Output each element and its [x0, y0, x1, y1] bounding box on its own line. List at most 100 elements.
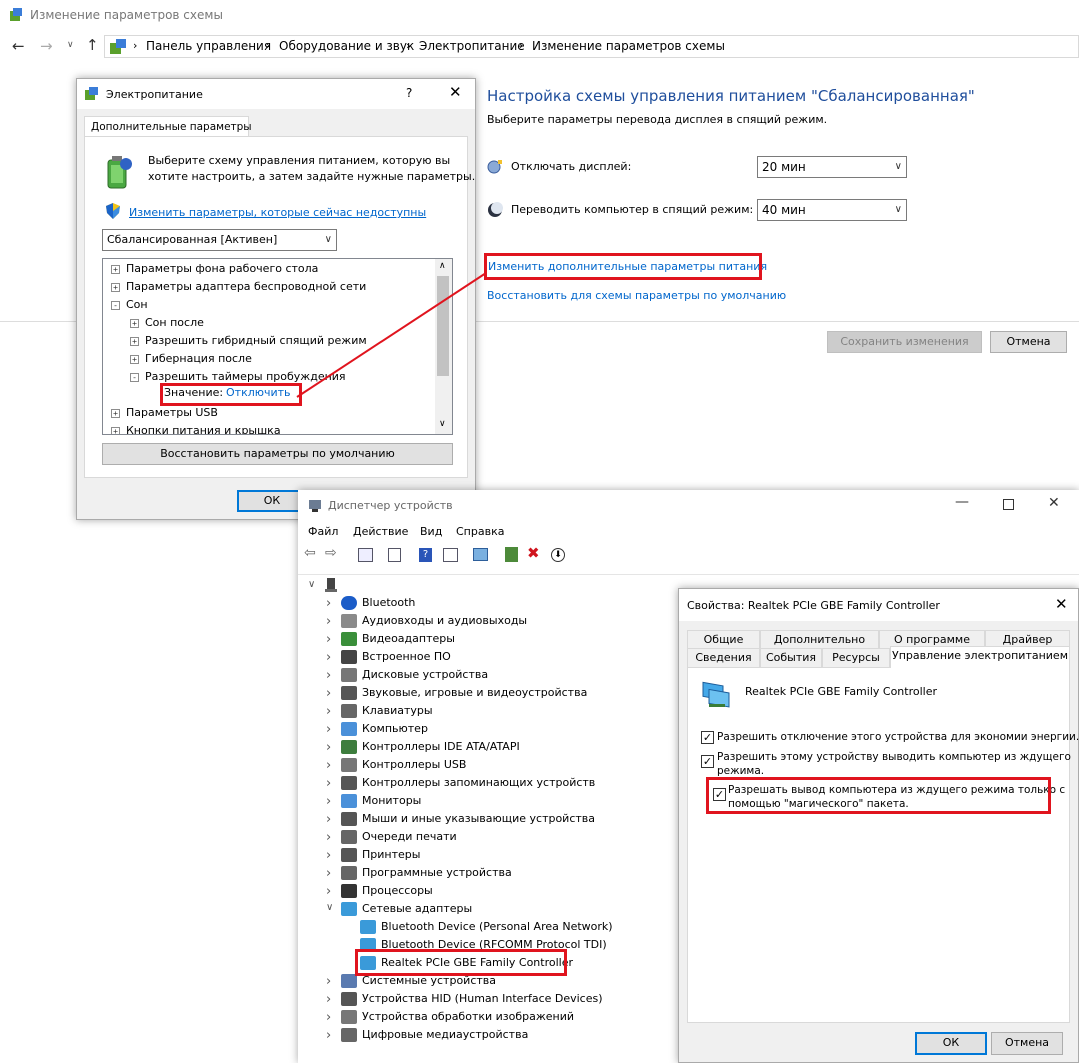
device-category-item[interactable]: Устройства HID (Human Interface Devices) — [362, 990, 603, 1008]
device-category-item[interactable]: Контроллеры запоминающих устройств — [362, 774, 595, 792]
minimize-icon[interactable]: — — [955, 494, 969, 510]
settings-tree[interactable]: + Параметры фона рабочего стола + Параметры… — [102, 258, 453, 435]
tab-advanced[interactable]: Дополнительно — [760, 630, 879, 649]
up-arrow-icon[interactable]: ↑ — [86, 36, 99, 54]
chevron-right-icon[interactable]: › — [326, 614, 331, 629]
device-category-item[interactable]: Дисковые устройства — [362, 666, 488, 684]
scroll-up-icon[interactable]: ∧ — [439, 261, 446, 271]
properties-icon[interactable] — [358, 548, 373, 562]
breadcrumb-item-2[interactable]: Электропитание — [419, 39, 525, 53]
device-category-item[interactable]: Аудиовходы и аудиовыходы — [362, 612, 527, 630]
properties-ok-button[interactable]: ОК — [915, 1032, 987, 1055]
breadcrumb-item-3[interactable]: Изменение параметров схемы — [532, 39, 725, 53]
allow-power-off-checkbox[interactable]: ✓ — [701, 731, 714, 744]
forward-arrow-icon[interactable]: → — [40, 37, 53, 55]
tree-scrollbar[interactable]: ∧ ∨ — [435, 259, 452, 434]
power-scheme-select[interactable]: Сбалансированная [Активен] ∨ — [102, 229, 337, 251]
chevron-right-icon[interactable]: › — [326, 668, 331, 683]
settings-tree-item[interactable]: + Гибернация после — [130, 350, 252, 368]
scroll-down-icon[interactable]: ∨ — [439, 419, 446, 429]
tab-resources[interactable]: Ресурсы — [822, 648, 890, 667]
chevron-right-icon[interactable]: › — [326, 830, 331, 845]
save-changes-button[interactable]: Сохранить изменения — [827, 331, 982, 353]
device-category-item[interactable]: Программные устройства — [362, 864, 512, 882]
chevron-right-icon[interactable]: › — [326, 650, 331, 665]
device-category-item[interactable]: Мониторы — [362, 792, 421, 810]
device-category-item[interactable]: Клавиатуры — [362, 702, 433, 720]
device-category-item[interactable]: Видеоадаптеры — [362, 630, 455, 648]
advanced-settings-tab[interactable]: Дополнительные параметры — [84, 116, 252, 137]
scan-hardware-icon[interactable] — [473, 548, 488, 561]
device-category-item[interactable]: Устройства обработки изображений — [362, 1008, 574, 1026]
change-unavailable-settings-link[interactable]: Изменить параметры, которые сейчас недос… — [129, 206, 426, 219]
chevron-right-icon[interactable]: › — [326, 812, 331, 827]
display-off-select[interactable]: 20 мин ∨ — [757, 156, 907, 178]
chevron-right-icon[interactable]: › — [326, 632, 331, 647]
settings-tree-item[interactable]: + Кнопки питания и крышка — [111, 422, 281, 434]
chevron-right-icon[interactable]: › — [326, 686, 331, 701]
menu-file[interactable]: Файл — [308, 525, 338, 538]
device-category-item[interactable]: Процессоры — [362, 882, 433, 900]
expand-icon[interactable]: + — [111, 426, 120, 434]
chevron-right-icon[interactable]: › — [326, 740, 331, 755]
expand-icon[interactable]: + — [111, 408, 120, 418]
chevron-right-icon[interactable]: › — [326, 848, 331, 863]
collapse-icon[interactable]: - — [111, 300, 120, 310]
restore-defaults-link[interactable]: Восстановить для схемы параметры по умол… — [487, 289, 786, 302]
sleep-select[interactable]: 40 мин ∨ — [757, 199, 907, 221]
device-category-item[interactable]: Bluetooth — [362, 594, 415, 612]
recent-dropdown-icon[interactable]: ∨ — [67, 40, 74, 50]
back-arrow-icon[interactable]: ← — [12, 37, 25, 55]
expand-icon[interactable]: + — [111, 264, 120, 274]
forward-icon[interactable]: ⇨ — [325, 545, 337, 561]
expand-icon[interactable]: + — [130, 336, 139, 346]
device-category-item[interactable]: Контроллеры USB — [362, 756, 466, 774]
chevron-right-icon[interactable]: › — [326, 1010, 331, 1025]
close-icon[interactable]: ✕ — [1048, 495, 1060, 511]
settings-tree-item[interactable]: + Сон после — [130, 314, 204, 332]
cancel-button[interactable]: Отмена — [990, 331, 1067, 353]
tab-events[interactable]: События — [760, 648, 822, 667]
expand-icon[interactable]: + — [130, 354, 139, 364]
maximize-icon[interactable] — [1003, 499, 1014, 510]
menu-action[interactable]: Действие — [353, 525, 408, 538]
breadcrumb-item-0[interactable]: Панель управления — [146, 39, 271, 53]
device-category-item[interactable]: Цифровые медиаустройства — [362, 1026, 528, 1044]
device-category-item[interactable]: Очереди печати — [362, 828, 457, 846]
expand-icon[interactable]: + — [111, 282, 120, 292]
chevron-down-icon[interactable]: ∨ — [326, 902, 333, 913]
chevron-right-icon[interactable]: › — [326, 1028, 331, 1043]
allow-wake-checkbox[interactable]: ✓ — [701, 755, 714, 768]
update-driver-icon[interactable] — [505, 547, 518, 562]
settings-tree-item[interactable]: + Параметры USB — [111, 404, 218, 422]
chevron-right-icon[interactable]: › — [326, 758, 331, 773]
computer-root-chevron[interactable]: ∨ — [308, 579, 315, 590]
details-icon[interactable] — [388, 548, 401, 562]
settings-tree-item[interactable]: + Параметры адаптера беспроводной сети — [111, 278, 366, 296]
back-icon[interactable]: ⇦ — [304, 545, 316, 561]
restore-plan-defaults-button[interactable]: Восстановить параметры по умолчанию — [102, 443, 453, 465]
device-category-item[interactable]: Встроенное ПО — [362, 648, 451, 666]
close-icon[interactable]: ✕ — [1055, 595, 1068, 613]
device-category-item[interactable]: Контроллеры IDE ATA/ATAPI — [362, 738, 520, 756]
device-category-item[interactable]: Сетевые адаптеры — [362, 900, 472, 918]
help-book-icon[interactable]: ? — [419, 548, 432, 562]
chevron-right-icon[interactable]: › — [326, 794, 331, 809]
expand-icon[interactable]: + — [130, 318, 139, 328]
chevron-right-icon[interactable]: › — [326, 596, 331, 611]
collapse-icon[interactable]: - — [130, 372, 139, 382]
settings-tree-item[interactable]: - Сон — [111, 296, 148, 314]
device-category-item[interactable]: Мыши и иные указывающие устройства — [362, 810, 595, 828]
uninstall-device-icon[interactable]: ✖ — [527, 544, 540, 562]
device-category-item[interactable]: Компьютер — [362, 720, 428, 738]
chevron-right-icon[interactable]: › — [326, 722, 331, 737]
settings-tree-item[interactable]: + Параметры фона рабочего стола — [111, 260, 318, 278]
chevron-right-icon[interactable]: › — [326, 884, 331, 899]
chevron-right-icon[interactable]: › — [326, 866, 331, 881]
menu-help[interactable]: Справка — [456, 525, 504, 538]
power-ok-button[interactable]: ОК — [237, 490, 307, 512]
tab-details[interactable]: Сведения — [687, 648, 760, 667]
properties-cancel-button[interactable]: Отмена — [991, 1032, 1063, 1055]
settings-tree-item[interactable]: + Разрешить гибридный спящий режим — [130, 332, 367, 350]
chevron-right-icon[interactable]: › — [326, 974, 331, 989]
